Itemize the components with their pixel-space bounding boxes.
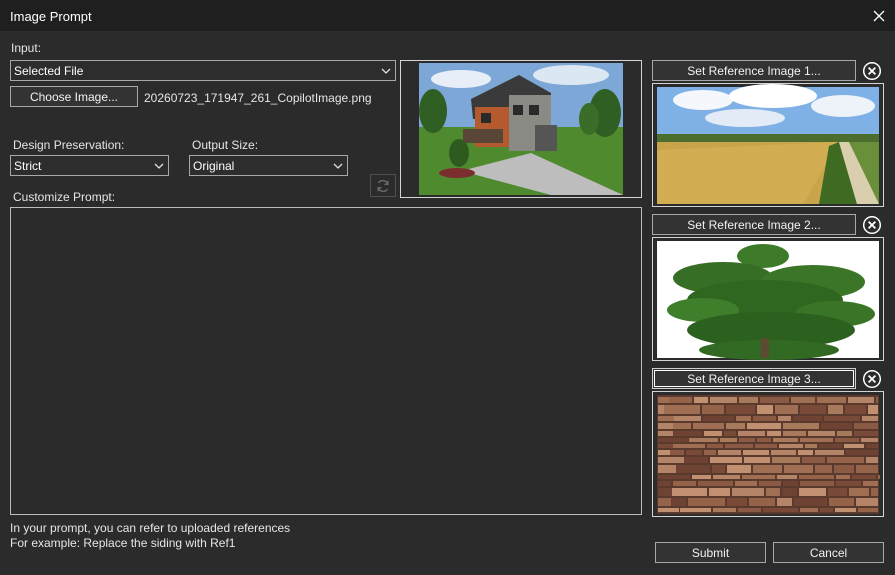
set-reference-image-2-button[interactable]: Set Reference Image 2... [652, 214, 856, 235]
input-source-value: Selected File [14, 64, 84, 78]
set-reference-image-1-button[interactable]: Set Reference Image 1... [652, 60, 856, 81]
input-label: Input: [11, 41, 42, 55]
hint-line-2: For example: Replace the siding with Ref… [10, 536, 236, 550]
house-preview-image [401, 61, 641, 197]
remove-reference-1-button[interactable] [861, 60, 883, 82]
set-reference-image-3-button[interactable]: Set Reference Image 3... [652, 368, 856, 389]
refresh-button[interactable] [370, 174, 396, 197]
choose-image-button[interactable]: Choose Image... [10, 86, 138, 107]
remove-reference-2-button[interactable] [861, 214, 883, 236]
circle-x-icon [862, 215, 882, 235]
cancel-button[interactable]: Cancel [773, 542, 884, 563]
close-icon[interactable] [863, 0, 895, 31]
refresh-icon [375, 178, 391, 194]
chevron-down-icon [381, 66, 391, 76]
design-preservation-select[interactable]: Strict [10, 155, 169, 176]
circle-x-icon [862, 61, 882, 81]
chevron-down-icon [333, 161, 343, 171]
design-preservation-value: Strict [14, 159, 42, 173]
input-source-select[interactable]: Selected File [10, 60, 396, 81]
output-size-select[interactable]: Original [189, 155, 348, 176]
title-bar: Image Prompt [0, 0, 895, 31]
wheat-field-thumbnail [653, 84, 883, 206]
tree-thumbnail [653, 238, 883, 360]
output-size-label: Output Size: [192, 138, 259, 152]
circle-x-icon [862, 369, 882, 389]
selected-filename: 20260723_171947_261_CopilotImage.png [144, 91, 372, 105]
customize-prompt-label: Customize Prompt: [13, 190, 116, 204]
reference-image-3-preview [652, 391, 884, 517]
chevron-down-icon [154, 161, 164, 171]
customize-prompt-textarea[interactable] [10, 207, 642, 515]
hint-line-1: In your prompt, you can refer to uploade… [10, 521, 291, 535]
reference-image-1-preview [652, 83, 884, 207]
stone-wall-thumbnail [653, 392, 883, 516]
window-title: Image Prompt [10, 9, 92, 24]
submit-button[interactable]: Submit [655, 542, 766, 563]
remove-reference-3-button[interactable] [861, 368, 883, 390]
input-image-preview [400, 60, 642, 198]
output-size-value: Original [193, 159, 235, 173]
design-preservation-label: Design Preservation: [13, 138, 125, 152]
reference-image-2-preview [652, 237, 884, 361]
